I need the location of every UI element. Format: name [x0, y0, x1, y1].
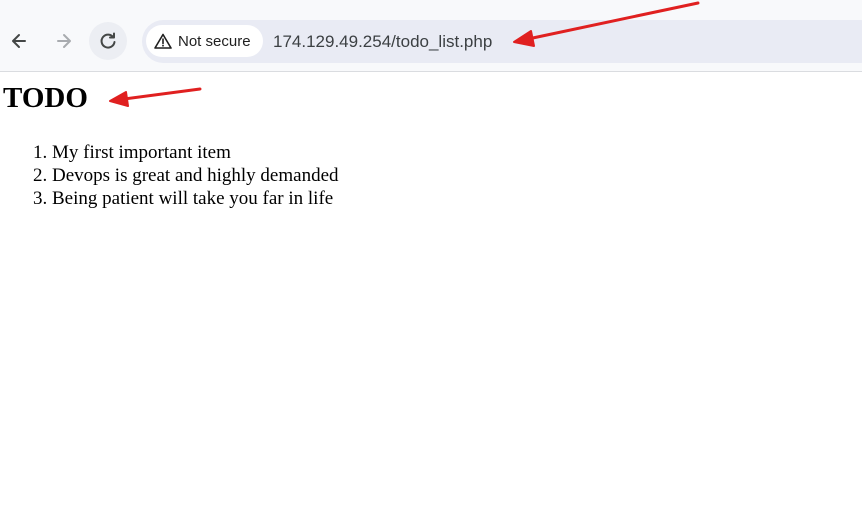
back-button[interactable] — [0, 22, 38, 60]
forward-arrow-icon — [57, 34, 71, 48]
address-bar[interactable]: Not secure 174.129.49.254/todo_list.php — [142, 20, 862, 63]
back-arrow-icon — [12, 34, 26, 48]
annotation-arrow-heading — [109, 87, 202, 107]
annotation-arrows — [109, 1, 700, 107]
todo-list: My first important item Devops is great … — [0, 141, 339, 210]
security-indicator[interactable]: Not secure — [146, 25, 263, 57]
list-item: My first important item — [52, 141, 339, 164]
warning-triangle-icon — [154, 33, 172, 49]
browser-toolbar: Not secure 174.129.49.254/todo_list.php — [0, 0, 862, 72]
url-text[interactable]: 174.129.49.254/todo_list.php — [273, 32, 492, 52]
list-item: Devops is great and highly demanded — [52, 164, 339, 187]
reload-icon — [100, 32, 116, 49]
forward-button[interactable] — [45, 22, 83, 60]
reload-button[interactable] — [89, 22, 127, 60]
security-label: Not secure — [178, 32, 251, 50]
list-item: Being patient will take you far in life — [52, 187, 339, 210]
page-title: TODO — [3, 82, 88, 114]
browser-window: Not secure 174.129.49.254/todo_list.php … — [0, 0, 862, 528]
